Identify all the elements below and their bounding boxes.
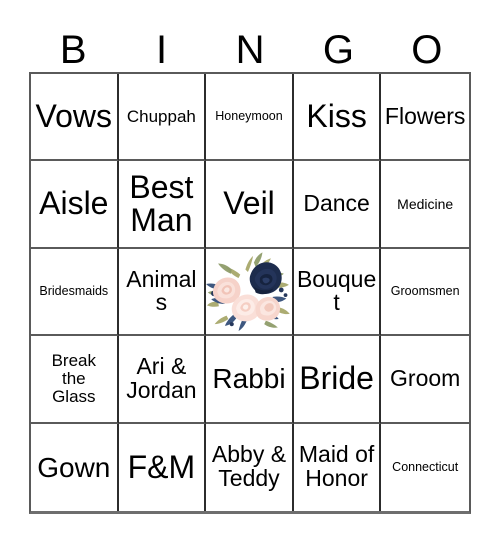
bingo-cell-label: Chuppah bbox=[126, 106, 196, 126]
bingo-cell-label: Best Man bbox=[129, 168, 194, 239]
bingo-cell[interactable]: Flowers bbox=[381, 74, 469, 162]
bingo-cell-label: Connecticut bbox=[392, 459, 459, 474]
bingo-cell-label: Honeymoon bbox=[215, 109, 283, 124]
bingo-grid: Vows Chuppah Honeymoon Kiss Flowers Aisle Best… bbox=[29, 72, 471, 514]
bingo-cell-label: Bridesmaids bbox=[39, 283, 109, 298]
bingo-cell-label: Kiss bbox=[306, 98, 367, 135]
bingo-cell[interactable]: Connecticut bbox=[381, 423, 469, 511]
bingo-cell[interactable]: Veil bbox=[206, 161, 294, 249]
bingo-cell[interactable]: Vows bbox=[31, 74, 119, 162]
bingo-cell[interactable]: Animals bbox=[118, 248, 207, 337]
bingo-cell-label: Animals bbox=[126, 265, 197, 316]
bingo-cell-label: Groomsmen bbox=[390, 283, 460, 298]
bingo-cell[interactable]: Abby & Teddy bbox=[206, 423, 294, 511]
bingo-cell[interactable]: Bridesmaids bbox=[31, 248, 119, 337]
bingo-header-letter-o: O bbox=[411, 28, 443, 72]
bingo-cell-label: Break the Glass bbox=[51, 351, 96, 406]
bingo-cell-label: Gown bbox=[37, 451, 111, 483]
bingo-cell-label: Flowers bbox=[384, 102, 466, 129]
bingo-cell-label: Veil bbox=[223, 185, 275, 222]
bingo-cell[interactable]: Groomsmen bbox=[381, 248, 469, 337]
bingo-cell-label: Ari & Jordan bbox=[126, 352, 197, 403]
bingo-cell[interactable]: Groom bbox=[381, 336, 469, 424]
bingo-cell[interactable]: Best Man bbox=[118, 161, 207, 249]
bingo-cell[interactable]: Bride bbox=[293, 336, 382, 424]
floral-bouquet-image bbox=[206, 248, 292, 335]
bingo-cell[interactable]: Ari & Jordan bbox=[118, 336, 207, 424]
bingo-header-letter-b: B bbox=[59, 28, 87, 72]
bingo-cell[interactable]: Gown bbox=[31, 423, 119, 511]
bingo-cell-label: Bride bbox=[299, 360, 374, 397]
bingo-cell[interactable]: Medicine bbox=[381, 161, 469, 249]
bingo-cell[interactable]: Chuppah bbox=[118, 74, 207, 162]
bingo-cell-label: Vows bbox=[35, 98, 113, 135]
bingo-cell-label: Rabbi bbox=[212, 363, 286, 395]
bingo-cell[interactable]: F&M bbox=[118, 423, 207, 511]
bingo-cell[interactable]: Honeymoon bbox=[206, 74, 294, 162]
bingo-card: B I N G O Vows Chuppah Honeymoon Kiss Flowers Ais… bbox=[0, 0, 500, 544]
bingo-cell-label: Groom bbox=[390, 364, 461, 391]
bingo-cell[interactable]: Break the Glass bbox=[31, 336, 119, 424]
bingo-header-letter-g: G bbox=[322, 28, 354, 72]
bingo-cell[interactable]: Maid of Honor bbox=[293, 423, 382, 511]
bingo-cell-label: Maid of Honor bbox=[298, 441, 375, 492]
bingo-cell-label: Medicine bbox=[397, 195, 454, 212]
bingo-cell-label: Abby & Teddy bbox=[211, 441, 287, 492]
bingo-cell[interactable]: Aisle bbox=[31, 161, 119, 249]
bingo-header-row: BINGO bbox=[29, 18, 471, 72]
bingo-cell[interactable]: Bouquet bbox=[293, 248, 382, 337]
bingo-cell-label: Bouquet bbox=[296, 265, 377, 316]
bingo-cell[interactable]: Dance bbox=[293, 161, 382, 249]
bingo-cell-label: Aisle bbox=[39, 185, 109, 222]
bingo-cell[interactable]: Rabbi bbox=[206, 336, 294, 424]
bingo-cell[interactable]: Kiss bbox=[293, 74, 382, 162]
bingo-header-letter-n: N bbox=[235, 28, 265, 72]
bingo-cell-label: Dance bbox=[303, 190, 370, 217]
bingo-header-letter-i: I bbox=[156, 28, 168, 72]
bingo-cell-free-space[interactable] bbox=[206, 248, 294, 337]
bingo-cell-label: F&M bbox=[127, 448, 196, 485]
